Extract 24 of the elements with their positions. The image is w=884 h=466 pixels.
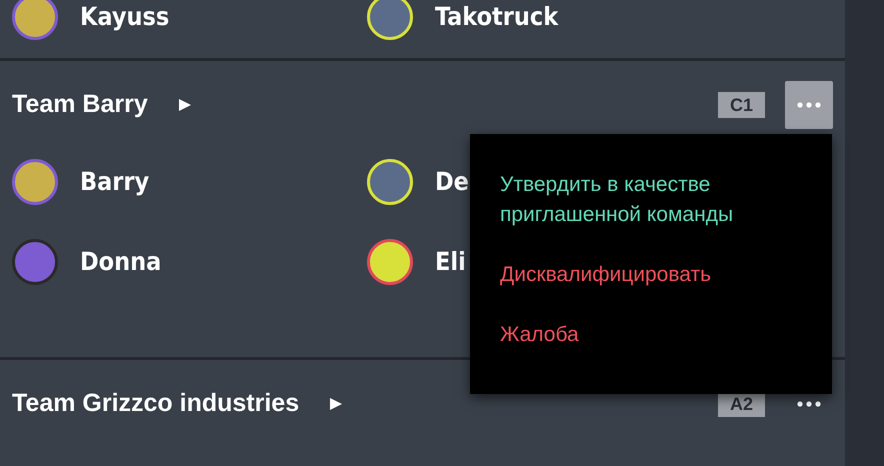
seed-badge: C1 bbox=[718, 92, 765, 118]
avatar-icon bbox=[12, 0, 58, 40]
player-name: De bbox=[435, 166, 469, 198]
player-name: Kayuss bbox=[80, 1, 170, 34]
menu-item[interactable]: Утвердить в качестве приглашенной команды bbox=[500, 170, 802, 230]
more-dots-icon bbox=[797, 401, 821, 407]
player-name: Donna bbox=[80, 246, 162, 278]
play-triangle-icon bbox=[178, 98, 192, 112]
avatar-icon bbox=[367, 239, 413, 285]
more-dots-icon bbox=[797, 102, 821, 108]
player-name: Eli bbox=[435, 246, 466, 278]
player-name: Barry bbox=[80, 166, 150, 198]
team-name: Team Barry bbox=[12, 89, 148, 120]
menu-item[interactable]: Дисквалифицировать bbox=[500, 260, 802, 290]
player-name: Takotruck bbox=[435, 1, 558, 34]
menu-item[interactable]: Жалоба bbox=[500, 320, 802, 350]
expand-button[interactable] bbox=[178, 98, 192, 112]
avatar-icon bbox=[367, 159, 413, 205]
expand-button[interactable] bbox=[329, 397, 344, 411]
avatar-icon bbox=[367, 0, 413, 40]
avatar-icon bbox=[12, 239, 58, 285]
team-name: Team Grizzco industries bbox=[12, 388, 300, 420]
avatar-icon bbox=[12, 159, 58, 205]
play-triangle-icon bbox=[329, 397, 344, 411]
